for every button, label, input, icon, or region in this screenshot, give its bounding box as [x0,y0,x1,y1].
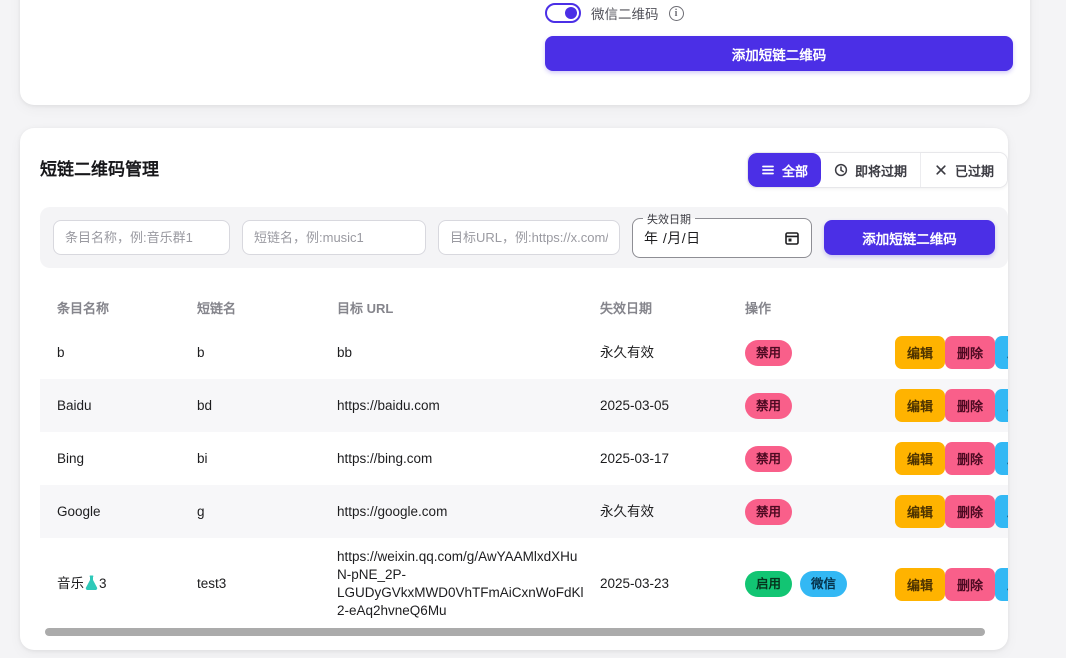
table-row: b b bb 永久有效 禁用 编辑 删除 二维码 [40,326,1008,379]
cell-entry-name: Bing [57,440,197,478]
col-header-name: 条目名称 [57,298,197,317]
edit-button[interactable]: 编辑 [895,568,945,601]
cell-status-badges: 禁用 [745,489,895,535]
shortlink-name-input[interactable] [242,220,426,255]
search-filter-bar: 失效日期 年 /月/日 添加短链二维码 [40,207,1008,268]
clock-icon [834,163,848,177]
qrcode-button[interactable]: 二维码 [995,336,1008,369]
cell-shortlink-name: bi [197,440,337,478]
cell-actions: 编辑 删除 二维码 [895,379,1008,432]
cell-actions: 编辑 删除 二维码 [895,432,1008,485]
status-badge-disabled[interactable]: 禁用 [745,446,792,472]
cell-entry-name: b [57,334,197,372]
cell-entry-name: 音乐3 [57,565,197,603]
table-row: 音乐3 test3 https://weixin.qq.com/g/AwYAAM… [40,538,1008,630]
edit-button[interactable]: 编辑 [895,495,945,528]
info-icon[interactable]: i [669,6,684,21]
status-badge-disabled[interactable]: 禁用 [745,340,792,366]
wechat-qr-toggle-row: 微信二维码 i [545,3,684,23]
filter-tab-expiring[interactable]: 即将过期 [821,153,921,187]
qrcode-button[interactable]: 二维码 [995,495,1008,528]
cell-actions: 编辑 删除 二维码 [895,326,1008,379]
calendar-icon[interactable] [784,230,800,246]
list-icon [761,163,775,177]
delete-button[interactable]: 删除 [945,336,995,369]
cell-status-badges: 禁用 [745,383,895,429]
expiry-date-label: 失效日期 [643,211,695,227]
cell-actions: 编辑 删除 二维码 [895,558,1008,611]
table-header-row: 条目名称 短链名 目标 URL 失效日期 操作 [40,288,1008,326]
filter-tab-all[interactable]: 全部 [748,153,821,187]
cell-entry-name: Baidu [57,387,197,425]
table-row: Bing bi https://bing.com 2025-03-17 禁用 编… [40,432,1008,485]
cell-actions: 编辑 删除 二维码 [895,485,1008,538]
status-badge-wechat[interactable]: 微信 [800,571,847,597]
filter-tab-expiring-label: 即将过期 [855,161,907,180]
wechat-qr-toggle[interactable] [545,3,581,23]
cell-target-url: bb [337,334,600,372]
cell-target-url: https://bing.com [337,440,600,478]
qrcode-button[interactable]: 二维码 [995,568,1008,601]
shortlink-table: 条目名称 短链名 目标 URL 失效日期 操作 b b bb 永久有效 禁用 编… [40,288,1008,630]
status-filter-segmented-control: 全部 即将过期 已过期 [747,152,1008,188]
status-badge-enabled[interactable]: 启用 [745,571,792,597]
status-badge-disabled[interactable]: 禁用 [745,393,792,419]
cell-target-url: https://baidu.com [337,387,600,425]
qrcode-button[interactable]: 二维码 [995,389,1008,422]
add-shortlink-qr-button[interactable]: 添加短链二维码 [545,36,1013,71]
delete-button[interactable]: 删除 [945,495,995,528]
qr-settings-card: 微信二维码 i 添加短链二维码 [20,0,1030,105]
cell-status-badges: 禁用 [745,330,895,376]
qrcode-button[interactable]: 二维码 [995,442,1008,475]
shortlink-qr-manager-card: 短链二维码管理 全部 即将过期 [20,128,1008,650]
delete-button[interactable]: 删除 [945,389,995,422]
toggle-knob [565,7,577,19]
add-shortlink-qr-button-2[interactable]: 添加短链二维码 [824,220,995,255]
wechat-qr-toggle-label: 微信二维码 [591,3,659,23]
cell-shortlink-name: test3 [197,565,337,603]
target-url-input[interactable] [438,220,620,255]
cell-expiry-date: 2025-03-05 [600,387,745,425]
delete-button[interactable]: 删除 [945,568,995,601]
flask-emoji-icon [85,575,98,590]
horizontal-scrollbar-thumb[interactable] [45,628,985,636]
edit-button[interactable]: 编辑 [895,389,945,422]
x-icon [934,163,948,177]
cell-shortlink-name: b [197,334,337,372]
expiry-date-field[interactable]: 失效日期 年 /月/日 [632,218,812,258]
filter-tab-expired[interactable]: 已过期 [921,153,1007,187]
cell-status-badges: 启用微信 [745,561,895,607]
status-badge-disabled[interactable]: 禁用 [745,499,792,525]
expiry-date-value: 年 /月/日 [644,228,701,248]
table-body: b b bb 永久有效 禁用 编辑 删除 二维码 Baidu bd https:… [40,326,1008,630]
cell-shortlink-name: bd [197,387,337,425]
table-row: Google g https://google.com 永久有效 禁用 编辑 删… [40,485,1008,538]
cell-expiry-date: 永久有效 [600,493,745,531]
col-header-slug: 短链名 [197,298,337,317]
edit-button[interactable]: 编辑 [895,336,945,369]
delete-button[interactable]: 删除 [945,442,995,475]
cell-expiry-date: 2025-03-17 [600,440,745,478]
edit-button[interactable]: 编辑 [895,442,945,475]
col-header-actions: 操作 [745,298,895,317]
filter-tab-expired-label: 已过期 [955,161,994,180]
col-header-expiry: 失效日期 [600,298,745,317]
cell-entry-name: Google [57,493,197,531]
filter-tab-all-label: 全部 [782,161,808,180]
cell-target-url: https://weixin.qq.com/g/AwYAAMlxdXHuN-pN… [337,538,600,630]
col-header-url: 目标 URL [337,298,600,317]
entry-name-input[interactable] [53,220,230,255]
cell-expiry-date: 2025-03-23 [600,565,745,603]
cell-expiry-date: 永久有效 [600,334,745,372]
cell-target-url: https://google.com [337,493,600,531]
cell-shortlink-name: g [197,493,337,531]
cell-status-badges: 禁用 [745,436,895,482]
table-row: Baidu bd https://baidu.com 2025-03-05 禁用… [40,379,1008,432]
